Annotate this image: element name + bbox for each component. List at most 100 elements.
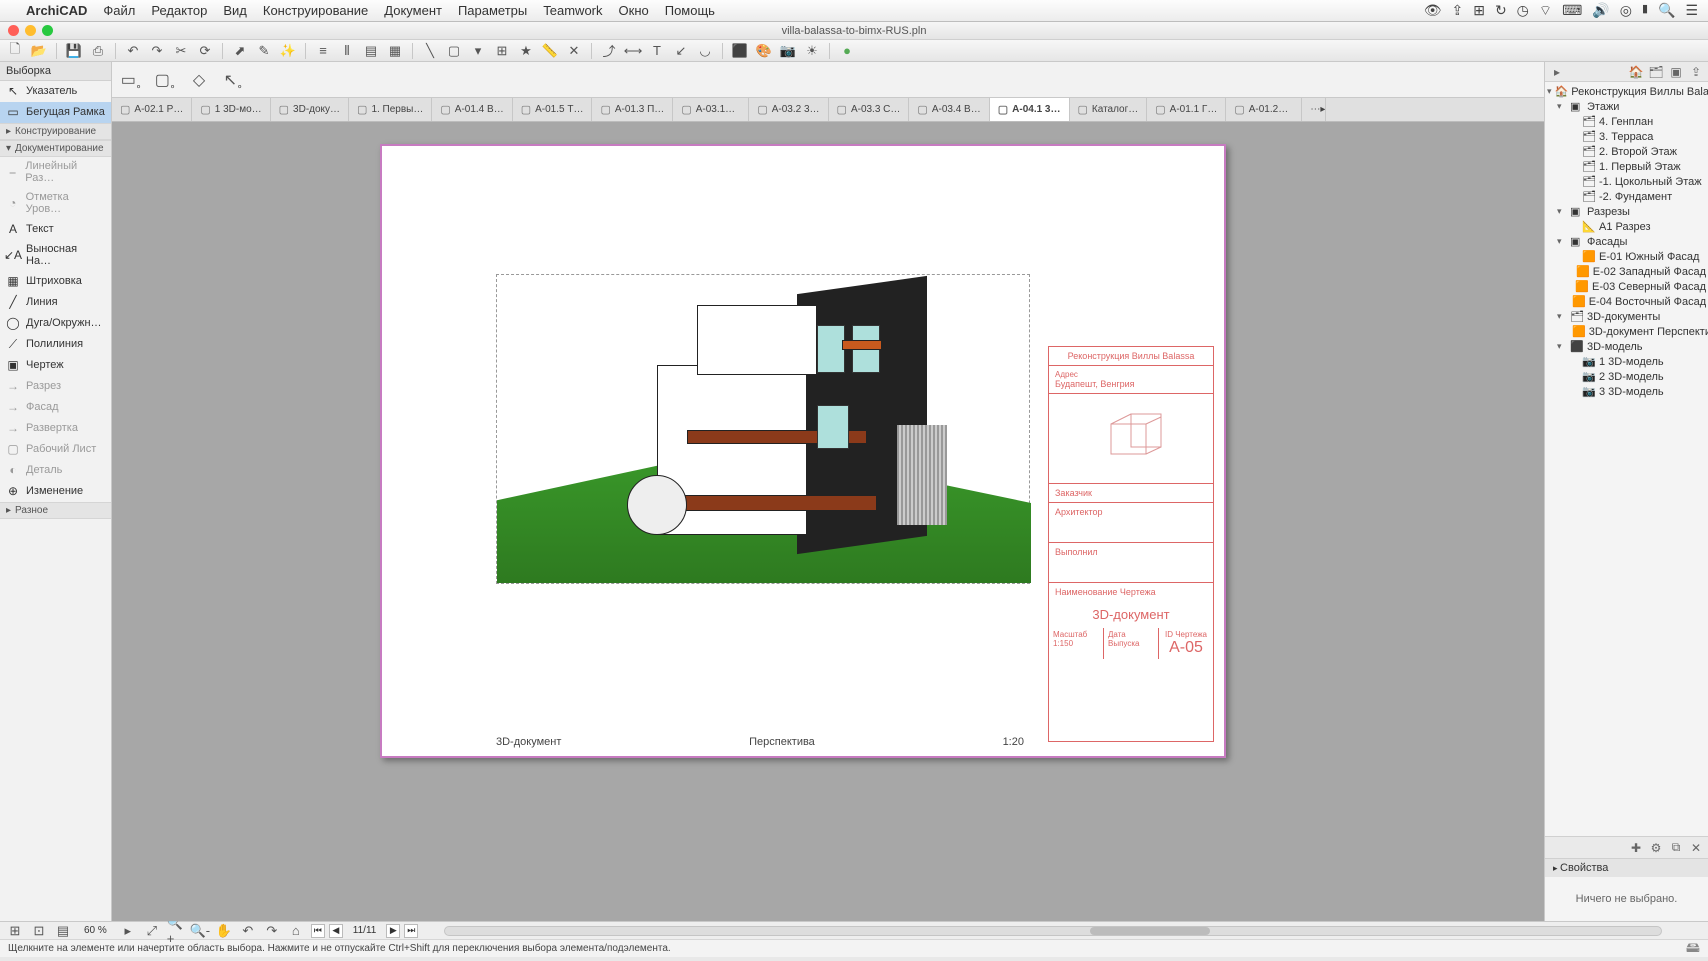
- close-button[interactable]: [8, 25, 19, 36]
- nav-story[interactable]: 🗂-2. Фундамент: [1545, 189, 1708, 204]
- view-tab[interactable]: ▢A-04.1 3…: [990, 98, 1070, 121]
- picker-icon[interactable]: ⬈: [231, 42, 249, 60]
- nav-elevation[interactable]: 🟧E-01 Южный Фасад: [1545, 249, 1708, 264]
- next-page-button[interactable]: ▶: [386, 924, 400, 938]
- ib-construction-icon[interactable]: ▢˳: [154, 69, 176, 91]
- refresh-icon[interactable]: ⟳: [196, 42, 214, 60]
- view-tab[interactable]: ▢A-01.4 В…: [432, 98, 512, 121]
- prev-zoom-icon[interactable]: ↶: [239, 922, 257, 940]
- quick-options-icon[interactable]: ▤: [54, 922, 72, 940]
- nav-story[interactable]: 🗂-1. Цокольный Этаж: [1545, 174, 1708, 189]
- tree-arrow-icon[interactable]: ▾: [1547, 86, 1552, 97]
- app-name[interactable]: ArchiCAD: [26, 3, 87, 18]
- status-search-icon[interactable]: 🔍: [1658, 2, 1675, 20]
- status-menu-icon[interactable]: ☰: [1685, 2, 1698, 20]
- pan-icon[interactable]: ✋: [215, 922, 233, 940]
- status-eye-icon[interactable]: 👁: [1424, 2, 1442, 20]
- properties-header[interactable]: ▸ Свойства: [1545, 859, 1708, 877]
- new-file-icon[interactable]: 🗋: [6, 42, 24, 60]
- magic-icon[interactable]: ✨: [279, 42, 297, 60]
- nav-story[interactable]: 🗂4. Генплан: [1545, 114, 1708, 129]
- render-icon[interactable]: 🎨: [755, 42, 773, 60]
- menu-options[interactable]: Параметры: [458, 3, 527, 18]
- tree-arrow-icon[interactable]: ▾: [1557, 101, 1567, 112]
- tree-arrow-icon[interactable]: ▾: [1557, 236, 1567, 247]
- view-tab[interactable]: ▢1. Первы…: [349, 98, 432, 121]
- group-misc[interactable]: ▸Разное: [0, 502, 111, 519]
- group-design[interactable]: ▸Конструирование: [0, 123, 111, 140]
- status-clock-icon[interactable]: ◷: [1517, 2, 1529, 20]
- tool-item[interactable]: →Разрез: [0, 376, 111, 397]
- nav-3dmodel[interactable]: ▾⬛3D-модель: [1545, 339, 1708, 354]
- save-icon[interactable]: 💾: [65, 42, 83, 60]
- nav-delete-icon[interactable]: ✕: [1688, 840, 1704, 856]
- view-tab[interactable]: ▢A-01.5 Т…: [513, 98, 593, 121]
- undo-icon[interactable]: ↶: [124, 42, 142, 60]
- tool-item[interactable]: →Развертка: [0, 418, 111, 439]
- line-icon[interactable]: ╲: [421, 42, 439, 60]
- menu-view[interactable]: Вид: [223, 3, 247, 18]
- status-grid-icon[interactable]: ⊞: [1473, 2, 1485, 20]
- tree-arrow-icon[interactable]: ▾: [1557, 341, 1567, 352]
- maximize-button[interactable]: [42, 25, 53, 36]
- nav-section[interactable]: 📐A1 Разрез: [1545, 219, 1708, 234]
- favorite-icon[interactable]: ★: [517, 42, 535, 60]
- tool-item[interactable]: ⊕Изменение: [0, 481, 111, 502]
- zoom-value[interactable]: 60 %: [78, 925, 113, 936]
- open-file-icon[interactable]: 📂: [30, 42, 48, 60]
- tabs-overflow-button[interactable]: ⋯▸: [1302, 98, 1326, 121]
- first-page-button[interactable]: ⏮: [311, 924, 325, 938]
- 3d-icon[interactable]: ⬛: [731, 42, 749, 60]
- link-icon[interactable]: ⤴: [600, 42, 618, 60]
- nav-story[interactable]: 🗂1. Первый Этаж: [1545, 159, 1708, 174]
- layer-icon[interactable]: ▤: [362, 42, 380, 60]
- nav-view-icon[interactable]: 🗂: [1648, 64, 1664, 80]
- tool-item[interactable]: ⟋Полилиния: [0, 334, 111, 355]
- status-volume-icon[interactable]: 🔊: [1592, 2, 1609, 20]
- snap-icon[interactable]: ⊞: [493, 42, 511, 60]
- nav-publisher-icon[interactable]: ⇪: [1688, 64, 1704, 80]
- view-options-icon[interactable]: ⊞: [6, 922, 24, 940]
- nav-model[interactable]: 📷1 3D-модель: [1545, 354, 1708, 369]
- orientation-icon[interactable]: ⊡: [30, 922, 48, 940]
- tool-item[interactable]: ▢Рабочий Лист: [0, 439, 111, 460]
- menu-design[interactable]: Конструирование: [263, 3, 368, 18]
- scrollbar-thumb[interactable]: [1090, 927, 1210, 935]
- nav-root[interactable]: ▾🏠Реконструкция Виллы Balassa: [1545, 84, 1708, 99]
- zoom-dropdown-icon[interactable]: ▸: [119, 922, 137, 940]
- home-zoom-icon[interactable]: ⌂: [287, 922, 305, 940]
- nav-story[interactable]: 🗂3. Терраса: [1545, 129, 1708, 144]
- tool-item[interactable]: ◯Дуга/Окружн…: [0, 313, 111, 334]
- ib-layer-icon[interactable]: ◇: [188, 69, 210, 91]
- nav-elevation[interactable]: 🟧E-02 Западный Фасад: [1545, 264, 1708, 279]
- nav-model[interactable]: 📷3 3D-модель: [1545, 384, 1708, 399]
- tool-marquee[interactable]: ▭ Бегущая Рамка: [0, 102, 111, 123]
- view-tab[interactable]: ▢A-03.3 С…: [829, 98, 910, 121]
- sun-icon[interactable]: ☀: [803, 42, 821, 60]
- view-tab[interactable]: ▢A-02.1 Р…: [112, 98, 192, 121]
- view-tab[interactable]: ▢A-01.3 П…: [592, 98, 673, 121]
- menu-teamwork[interactable]: Teamwork: [543, 3, 602, 18]
- view-tab[interactable]: ▢A-01.2…: [1226, 98, 1302, 121]
- redo-icon[interactable]: ↷: [148, 42, 166, 60]
- nav-model[interactable]: 📷2 3D-модель: [1545, 369, 1708, 384]
- menu-help[interactable]: Помощь: [665, 3, 715, 18]
- view-tab[interactable]: ▢A-03.4 В…: [909, 98, 989, 121]
- eyedrop-icon[interactable]: ✎: [255, 42, 273, 60]
- drawing-canvas[interactable]: 3D-документ Перспектива 1:20 Реконструкц…: [112, 122, 1544, 921]
- view-tab[interactable]: ▢Каталог…: [1070, 98, 1148, 121]
- navigator-tree[interactable]: ▾🏠Реконструкция Виллы Balassa▾▣Этажи🗂4. …: [1545, 82, 1708, 836]
- dim-icon[interactable]: ⟷: [624, 42, 642, 60]
- tool-item[interactable]: ⎯Линейный Раз…: [0, 157, 111, 188]
- nav-3ddocs[interactable]: ▾🗂3D-документы: [1545, 309, 1708, 324]
- status-lang-icon[interactable]: ⌨: [1562, 2, 1582, 20]
- menu-file[interactable]: Файл: [103, 3, 135, 18]
- status-sync-icon[interactable]: ↻: [1495, 2, 1507, 20]
- tool-item[interactable]: ▦Штриховка: [0, 271, 111, 292]
- tree-arrow-icon[interactable]: ▾: [1557, 206, 1567, 217]
- text-icon[interactable]: T: [648, 42, 666, 60]
- view-tab[interactable]: ▢1 3D-мо…: [192, 98, 270, 121]
- view-tab[interactable]: ▢A-03.2 3…: [749, 98, 828, 121]
- minimize-button[interactable]: [25, 25, 36, 36]
- camera-icon[interactable]: 📷: [779, 42, 797, 60]
